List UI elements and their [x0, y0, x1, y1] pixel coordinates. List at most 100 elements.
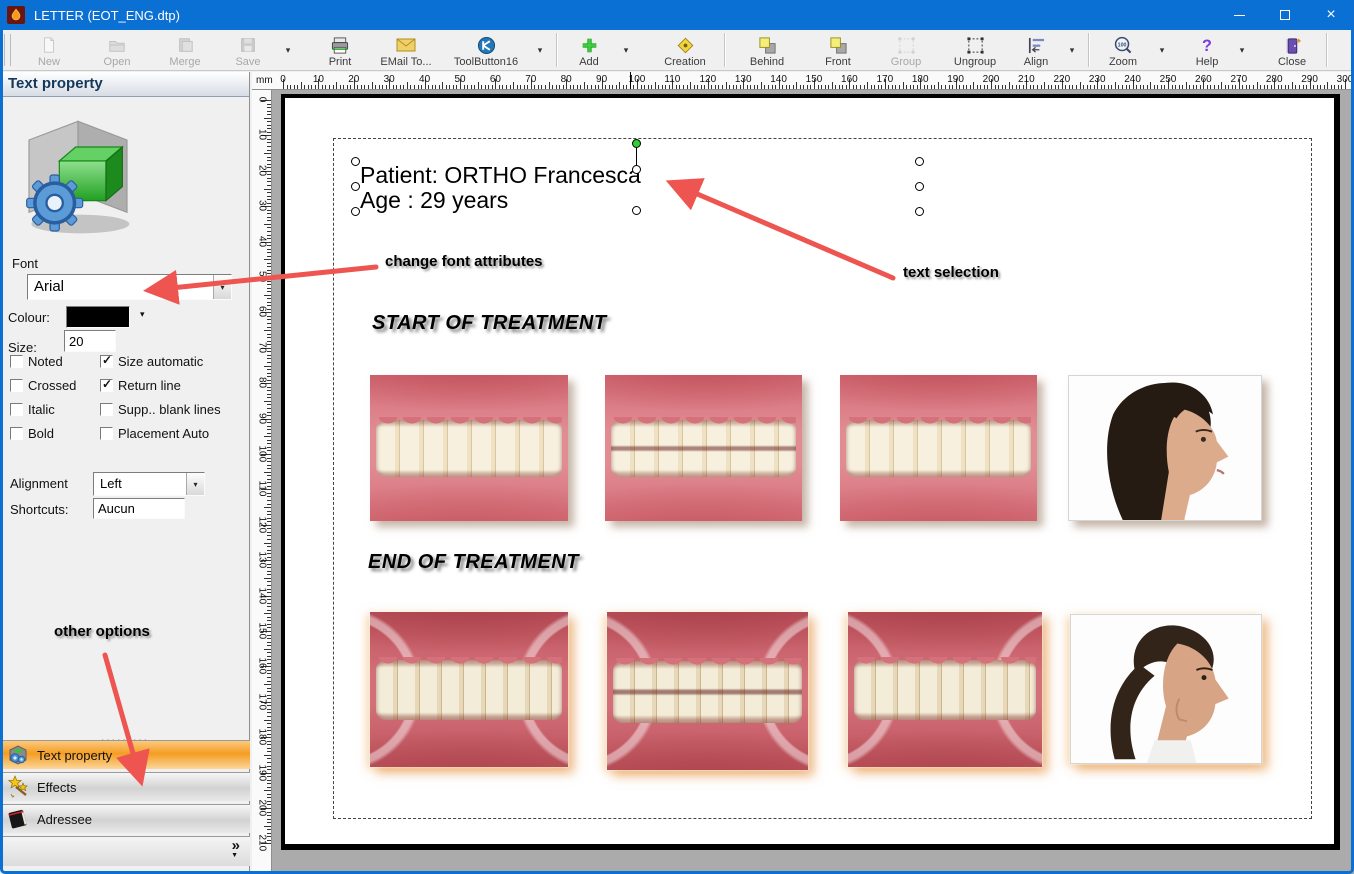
ungroup-icon: [966, 35, 985, 55]
selection-handle-br[interactable]: [915, 207, 924, 216]
alignment-dropdown-icon[interactable]: ▾: [186, 473, 204, 495]
rotation-handle[interactable]: [632, 139, 641, 148]
alignment-value: Left: [94, 473, 186, 495]
toolbutton16-dropdown-icon[interactable]: ▾: [529, 30, 551, 70]
photo-end-left-side[interactable]: [848, 612, 1042, 767]
group-icon: [897, 35, 916, 55]
checkbox-italic[interactable]: ✓Italic: [10, 402, 55, 417]
selection-handle-bc[interactable]: [632, 206, 641, 215]
titlebar: LETTER (EOT_ENG.dtp) ×: [0, 0, 1354, 30]
zoom-dropdown-icon[interactable]: ▾: [1151, 30, 1173, 70]
annotation-change-font: change font attributes: [385, 253, 543, 270]
font-value: Arial: [28, 275, 213, 299]
photo-end-profile[interactable]: [1070, 614, 1262, 764]
main-toolbar: New Open Merge Save ▾ Print EMail To... …: [0, 30, 1354, 71]
checkbox-supp-blank-lines[interactable]: ✓Supp.. blank lines: [100, 402, 221, 417]
text-property-nav-icon: [9, 745, 27, 765]
shortcuts-input[interactable]: Aucun: [93, 498, 185, 519]
selection-handle-tr[interactable]: [915, 157, 924, 166]
merge-doc-icon: [176, 35, 194, 55]
address-book-icon: [8, 809, 27, 829]
section-title-start[interactable]: START OF TREATMENT: [372, 312, 607, 335]
nav-adressee[interactable]: Adressee: [0, 804, 250, 833]
patient-text[interactable]: Patient: ORTHO Francesca: [360, 162, 641, 189]
new-doc-icon: [40, 35, 58, 55]
minimize-icon[interactable]: [1216, 0, 1262, 30]
checkbox-return-line[interactable]: ✓ Return line: [100, 377, 181, 393]
photo-end-front[interactable]: [607, 612, 808, 770]
align-dropdown-icon[interactable]: ▾: [1061, 30, 1083, 70]
window-title: LETTER (EOT_ENG.dtp): [34, 7, 180, 23]
zoom-button[interactable]: 100 Zoom: [1095, 30, 1151, 70]
save-dropdown-icon[interactable]: ▾: [277, 30, 299, 70]
annotation-text-selection: text selection: [903, 264, 999, 281]
photo-end-right-side[interactable]: [370, 612, 568, 767]
alignment-label: Alignment: [10, 476, 68, 491]
checkbox-crossed[interactable]: ✓Crossed: [10, 378, 76, 393]
toolbar-separator: [556, 33, 558, 67]
align-icon: [1027, 35, 1046, 55]
add-button[interactable]: Add: [563, 30, 615, 70]
profile-silhouette: [1071, 615, 1261, 763]
group-button[interactable]: Group: [873, 30, 939, 70]
plus-icon: [581, 35, 598, 55]
text-property-panel: Text property Font Arial ▾ Colour: ▾ Siz…: [0, 72, 250, 874]
size-input[interactable]: 20: [64, 330, 116, 352]
email-button[interactable]: EMail To...: [369, 30, 443, 70]
document-canvas: Patient: ORTHO Francesca Age : 29 years …: [272, 90, 1354, 874]
profile-silhouette: [1069, 376, 1261, 520]
open-button[interactable]: Open: [83, 30, 151, 70]
help-dropdown-icon[interactable]: ▾: [1231, 30, 1253, 70]
colour-swatch[interactable]: [66, 306, 130, 328]
close-icon[interactable]: ×: [1308, 0, 1354, 30]
merge-button[interactable]: Merge: [151, 30, 219, 70]
section-title-end[interactable]: END OF TREATMENT: [368, 551, 579, 574]
selection-handle-bl[interactable]: [351, 207, 360, 216]
add-dropdown-icon[interactable]: ▾: [615, 30, 637, 70]
nav-effects[interactable]: Effects: [0, 772, 250, 801]
app-icon: [7, 6, 25, 24]
align-button[interactable]: Align: [1011, 30, 1061, 70]
alignment-select[interactable]: Left ▾: [93, 472, 205, 496]
selection-handle-tl[interactable]: [351, 157, 360, 166]
nav-text-property[interactable]: Text property: [0, 740, 250, 769]
toolbutton16-button[interactable]: ToolButton16: [443, 30, 529, 70]
ungroup-button[interactable]: Ungroup: [939, 30, 1011, 70]
effects-stars-icon: [7, 775, 28, 798]
shortcuts-label: Shortcuts:: [10, 502, 69, 517]
font-dropdown-icon[interactable]: ▾: [213, 275, 231, 299]
checkbox-placement-auto[interactable]: ✓Placement Auto: [100, 426, 209, 441]
photo-start-left-side[interactable]: [840, 375, 1037, 521]
exit-door-icon: [1283, 35, 1302, 55]
font-select[interactable]: Arial ▾: [27, 274, 232, 300]
app-window: LETTER (EOT_ENG.dtp) × New Open Merge Sa…: [0, 0, 1354, 874]
toolbar-grip[interactable]: [4, 34, 11, 66]
new-button[interactable]: New: [15, 30, 83, 70]
chevron-down-icon[interactable]: ▼: [231, 852, 238, 859]
print-button[interactable]: Print: [311, 30, 369, 70]
age-text[interactable]: Age : 29 years: [360, 187, 508, 214]
svg-text:100: 100: [1118, 42, 1127, 48]
save-button[interactable]: Save: [219, 30, 277, 70]
photo-start-front[interactable]: [605, 375, 802, 521]
checkbox-size-automatic[interactable]: ✓ Size automatic: [100, 353, 203, 369]
close-tool-button[interactable]: Close: [1263, 30, 1321, 70]
chevron-more-icon[interactable]: »: [232, 838, 240, 853]
checkbox-noted[interactable]: ✓Noted: [10, 354, 63, 369]
photo-start-profile[interactable]: [1068, 375, 1262, 521]
photo-start-right-side[interactable]: [370, 375, 568, 521]
creation-button[interactable]: Creation: [651, 30, 719, 70]
toolbar-separator: [1326, 33, 1328, 67]
help-button[interactable]: ? Help: [1183, 30, 1231, 70]
colour-dropdown-icon[interactable]: ▾: [140, 309, 145, 320]
maximize-icon[interactable]: [1262, 0, 1308, 30]
checkbox-bold[interactable]: ✓Bold: [10, 426, 54, 441]
panel-more-bar[interactable]: » ▼: [0, 836, 250, 866]
floppy-icon: [239, 35, 257, 55]
selection-handle-mr[interactable]: [915, 182, 924, 191]
behind-button[interactable]: Behind: [731, 30, 803, 70]
front-button[interactable]: Front: [803, 30, 873, 70]
selection-handle-tc[interactable]: [632, 165, 641, 174]
selection-handle-ml[interactable]: [351, 182, 360, 191]
colour-label: Colour:: [8, 310, 50, 325]
